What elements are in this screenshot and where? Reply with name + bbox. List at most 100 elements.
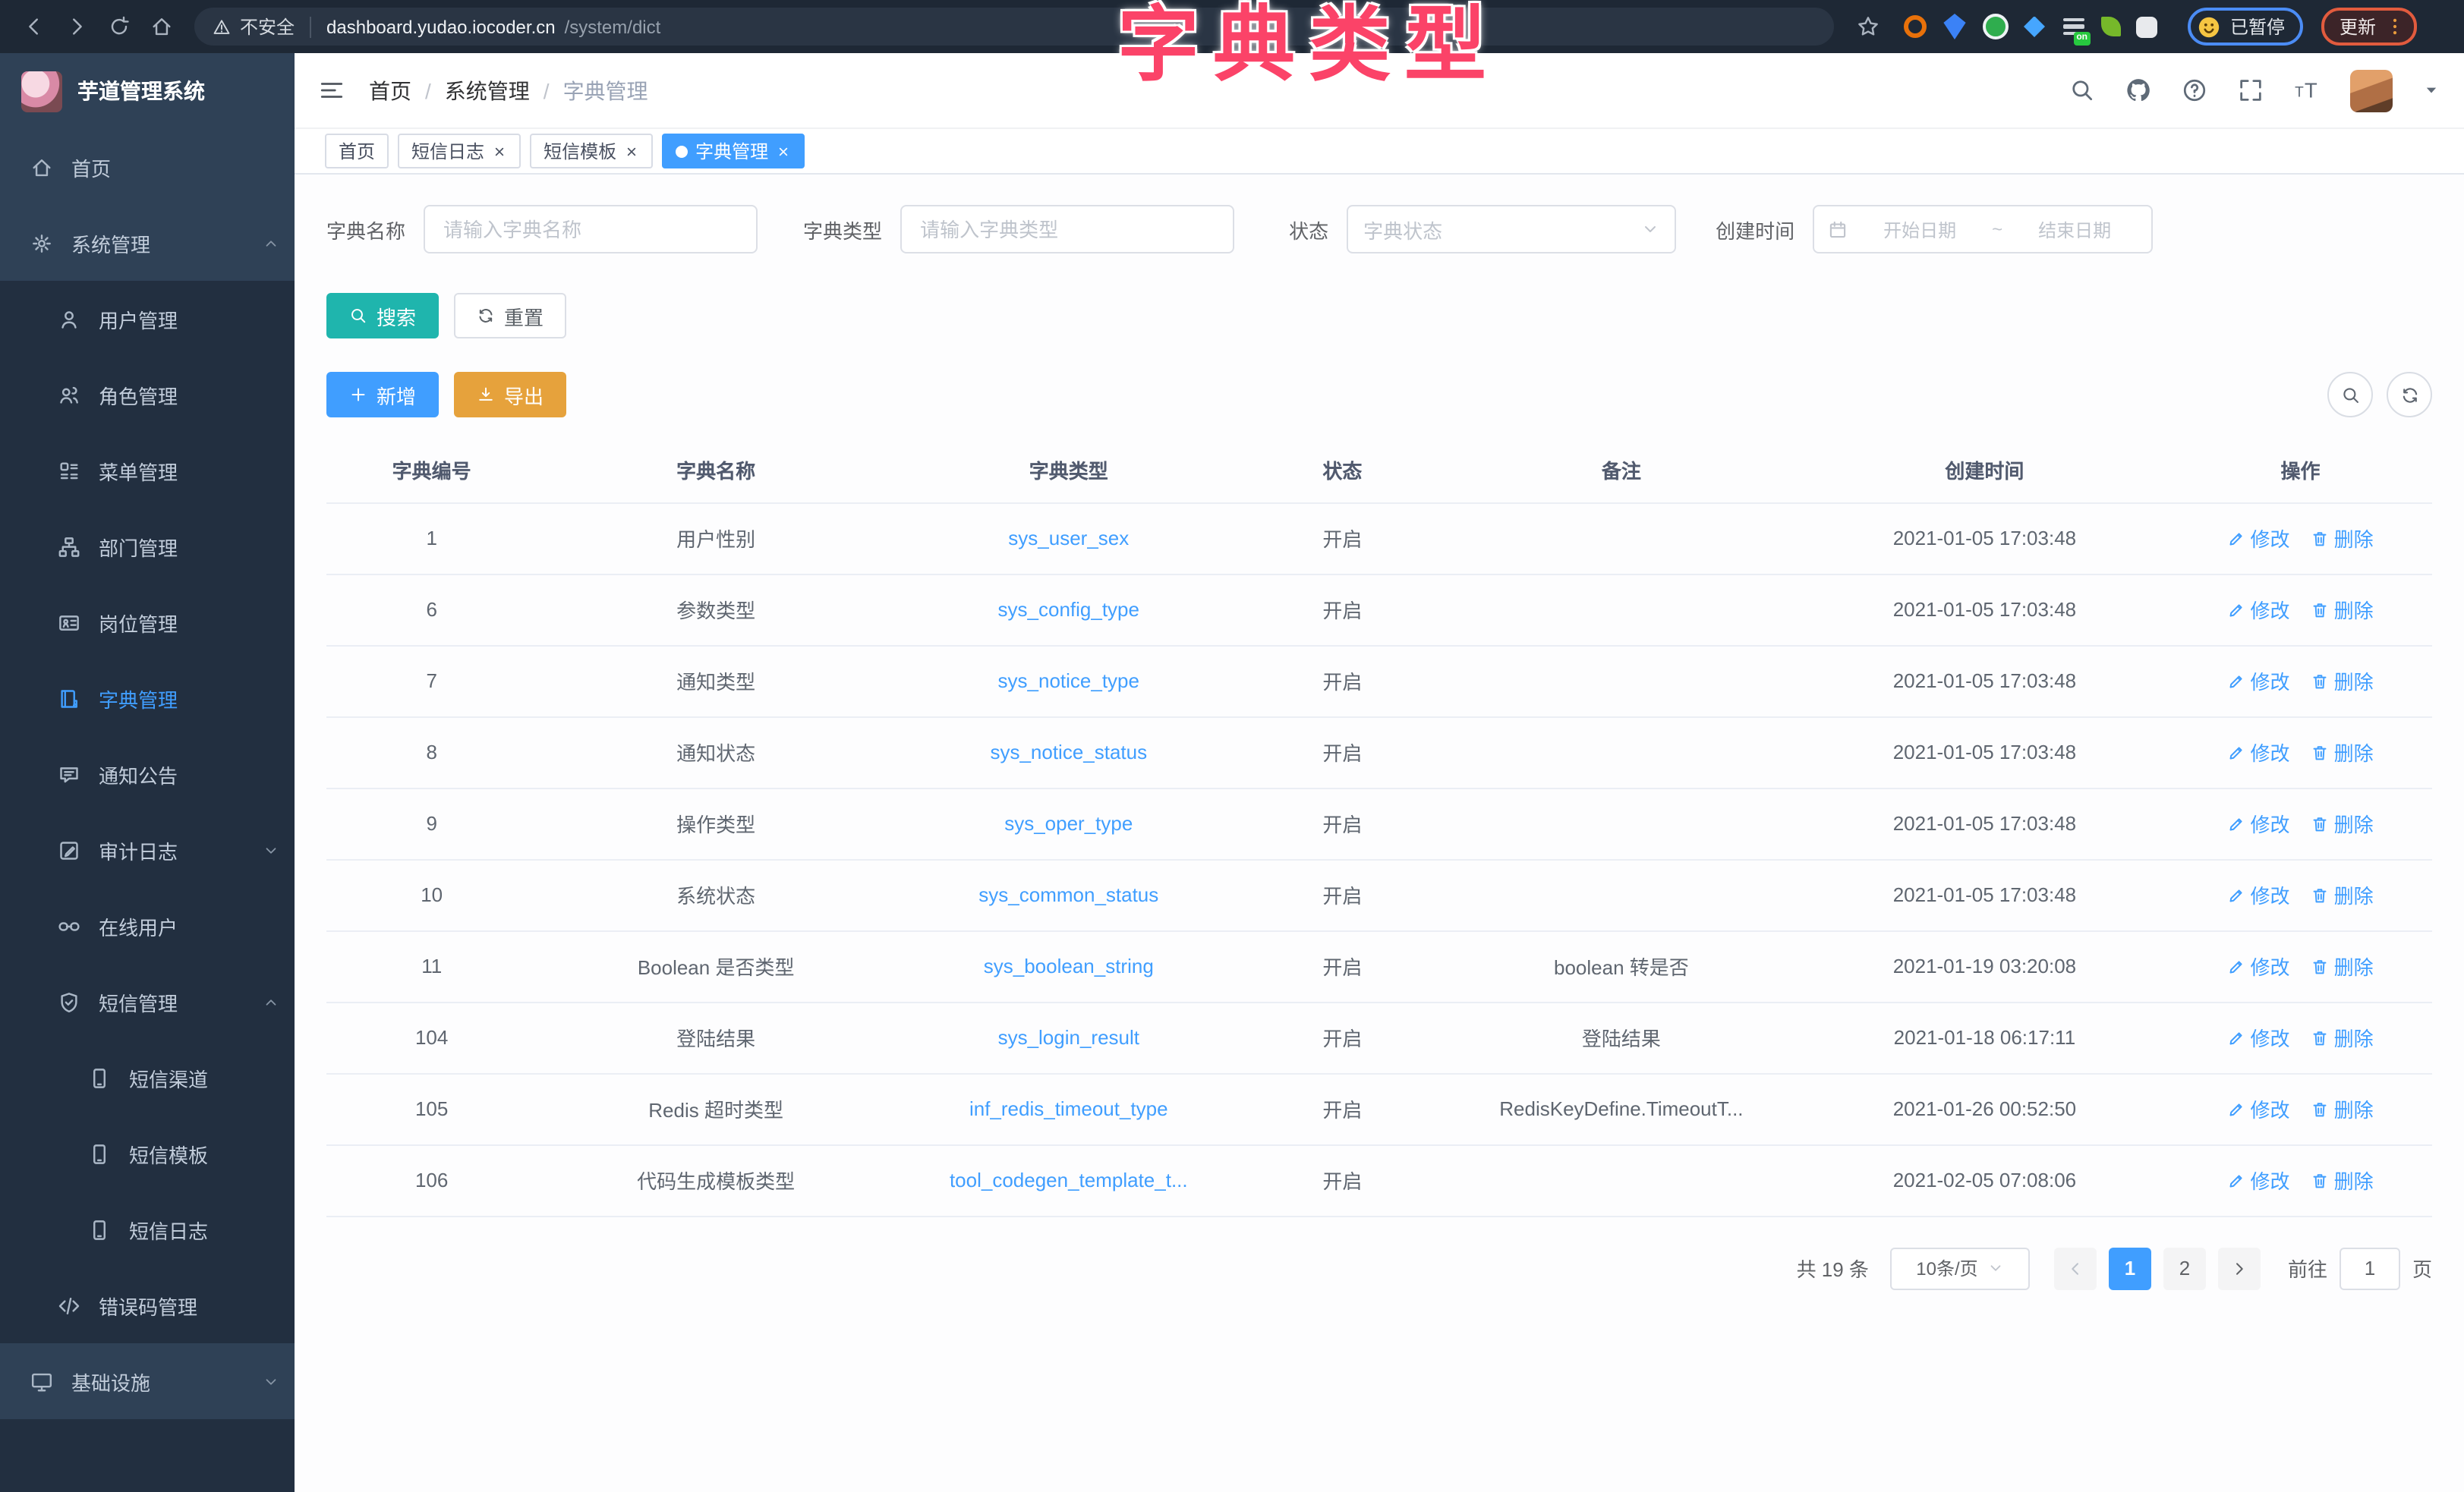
refresh-table-button[interactable] [2387, 372, 2432, 417]
list-bar [2062, 25, 2084, 29]
goto-page-input[interactable] [2340, 1247, 2400, 1289]
browser-update-button[interactable]: 更新 [2321, 8, 2417, 46]
edit-icon [2228, 1028, 2246, 1047]
ext-blue-gem-icon[interactable] [1942, 14, 1968, 39]
next-page-button[interactable] [2218, 1247, 2261, 1289]
breadcrumb-item-0[interactable]: 首页 [369, 75, 411, 105]
export-button[interactable]: 导出 [454, 372, 566, 417]
sidebar-item-7[interactable]: 字典管理 [0, 660, 295, 736]
sidebar-item-4[interactable]: 菜单管理 [0, 433, 295, 508]
close-icon[interactable] [776, 143, 791, 159]
address-bar[interactable]: 不安全 dashboard.yudao.iocoder.cn/system/di… [194, 8, 1834, 46]
sidebar-item-3[interactable]: 角色管理 [0, 357, 295, 433]
edit-row-button[interactable]: 修改 [2228, 666, 2290, 695]
delete-row-button[interactable]: 删除 [2311, 1166, 2374, 1195]
github-icon[interactable] [2125, 77, 2151, 103]
user-menu-caret-icon[interactable] [2423, 82, 2440, 99]
sidebar-item-5[interactable]: 部门管理 [0, 508, 295, 584]
dict-type-link[interactable]: sys_login_result [998, 1026, 1139, 1049]
close-icon[interactable] [492, 143, 507, 159]
reload-icon[interactable] [100, 8, 137, 45]
sidebar-item-16[interactable]: 基础设施 [0, 1343, 295, 1419]
dict-type-link[interactable]: sys_common_status [978, 883, 1158, 906]
ext-blue-diamond-icon[interactable] [2024, 16, 2045, 37]
tag-tab-3[interactable]: 字典管理 [662, 134, 805, 168]
edit-row-button[interactable]: 修改 [2228, 1166, 2290, 1195]
edit-row-button[interactable]: 修改 [2228, 524, 2290, 552]
ext-green-leaf-icon[interactable] [2101, 17, 2121, 36]
sidebar-item-10[interactable]: 在线用户 [0, 888, 295, 964]
sidebar-item-15[interactable]: 错误码管理 [0, 1267, 295, 1343]
dict-type-link[interactable]: sys_user_sex [1008, 527, 1129, 549]
home-icon[interactable] [143, 8, 179, 45]
breadcrumb-item-1[interactable]: 系统管理 [445, 75, 530, 105]
dict-type-link[interactable]: tool_codegen_template_t... [950, 1169, 1188, 1191]
sidebar-item-13[interactable]: 短信模板 [0, 1116, 295, 1191]
sidebar-item-1[interactable]: 系统管理 [0, 205, 295, 281]
edit-row-button[interactable]: 修改 [2228, 880, 2290, 909]
edit-row-button[interactable]: 修改 [2228, 738, 2290, 766]
edit-row-button[interactable]: 修改 [2228, 595, 2290, 624]
ext-green-circle-icon[interactable] [1983, 14, 2009, 39]
back-icon[interactable] [15, 8, 52, 45]
delete-row-button[interactable]: 删除 [2311, 666, 2374, 695]
show-search-toggle-button[interactable] [2327, 372, 2373, 417]
edit-row-button[interactable]: 修改 [2228, 1023, 2290, 1052]
dict-type-link[interactable]: sys_boolean_string [984, 955, 1154, 977]
app-logo[interactable]: 芋道管理系统 [0, 53, 295, 129]
dict-type-link[interactable]: sys_oper_type [1004, 812, 1133, 835]
ext-puzzle-icon[interactable] [2136, 16, 2157, 37]
delete-row-button[interactable]: 删除 [2311, 1023, 2374, 1052]
search-button[interactable]: 搜索 [326, 293, 439, 338]
sidebar-item-11[interactable]: 短信管理 [0, 964, 295, 1040]
create-time-range-picker[interactable]: 开始日期 ~ 结束日期 [1813, 205, 2153, 253]
edit-row-button[interactable]: 修改 [2228, 1094, 2290, 1123]
tag-tab-1[interactable]: 短信日志 [398, 134, 521, 168]
delete-row-button[interactable]: 删除 [2311, 595, 2374, 624]
font-size-icon[interactable]: TT [2294, 77, 2320, 103]
dict-name-input[interactable] [424, 205, 758, 253]
user-avatar[interactable] [2350, 69, 2393, 112]
ext-orange-ring-icon[interactable] [1904, 15, 1927, 38]
dict-type-link[interactable]: sys_notice_type [998, 669, 1139, 692]
delete-row-button[interactable]: 删除 [2311, 738, 2374, 766]
extension-paused-badge[interactable]: 已暂停 [2188, 8, 2303, 46]
page-number-1[interactable]: 1 [2109, 1247, 2151, 1289]
sidebar-item-0[interactable]: 首页 [0, 129, 295, 205]
prev-page-button[interactable] [2054, 1247, 2097, 1289]
sidebar-item-6[interactable]: 岗位管理 [0, 584, 295, 660]
forward-icon[interactable] [58, 8, 94, 45]
bookmark-star-icon[interactable] [1849, 8, 1886, 45]
dict-type-link[interactable]: sys_notice_status [990, 741, 1147, 763]
collapse-sidebar-icon[interactable] [319, 77, 345, 103]
sidebar-item-12[interactable]: 短信渠道 [0, 1040, 295, 1116]
sidebar-item-9[interactable]: 审计日志 [0, 812, 295, 888]
sidebar-item-2[interactable]: 用户管理 [0, 281, 295, 357]
dict-type-link[interactable]: sys_config_type [998, 598, 1139, 621]
cell-actions: 修改删除 [2169, 788, 2432, 859]
page-size-select[interactable]: 10条/页 [1890, 1247, 2030, 1289]
dict-type-input[interactable] [900, 205, 1234, 253]
search-icon[interactable] [2069, 77, 2095, 103]
sidebar-item-8[interactable]: 通知公告 [0, 736, 295, 812]
edit-row-button[interactable]: 修改 [2228, 952, 2290, 981]
tag-tab-2[interactable]: 短信模板 [530, 134, 653, 168]
ext-list-on-icon[interactable]: on [2060, 14, 2086, 39]
edit-row-button[interactable]: 修改 [2228, 809, 2290, 838]
delete-row-button[interactable]: 删除 [2311, 809, 2374, 838]
tag-tab-0[interactable]: 首页 [325, 134, 389, 168]
delete-row-button[interactable]: 删除 [2311, 1094, 2374, 1123]
delete-row-button[interactable]: 删除 [2311, 880, 2374, 909]
delete-row-button[interactable]: 删除 [2311, 524, 2374, 552]
delete-row-button[interactable]: 删除 [2311, 952, 2374, 981]
status-select[interactable]: 字典状态 [1347, 205, 1676, 253]
help-icon[interactable] [2182, 77, 2207, 103]
fullscreen-icon[interactable] [2238, 77, 2264, 103]
close-icon[interactable] [624, 143, 639, 159]
add-button[interactable]: 新增 [326, 372, 439, 417]
sidebar-item-14[interactable]: 短信日志 [0, 1191, 295, 1267]
page-number-2[interactable]: 2 [2163, 1247, 2206, 1289]
kebab-menu-icon[interactable] [2385, 17, 2405, 36]
dict-type-link[interactable]: inf_redis_timeout_type [969, 1097, 1168, 1120]
reset-button[interactable]: 重置 [454, 293, 566, 338]
